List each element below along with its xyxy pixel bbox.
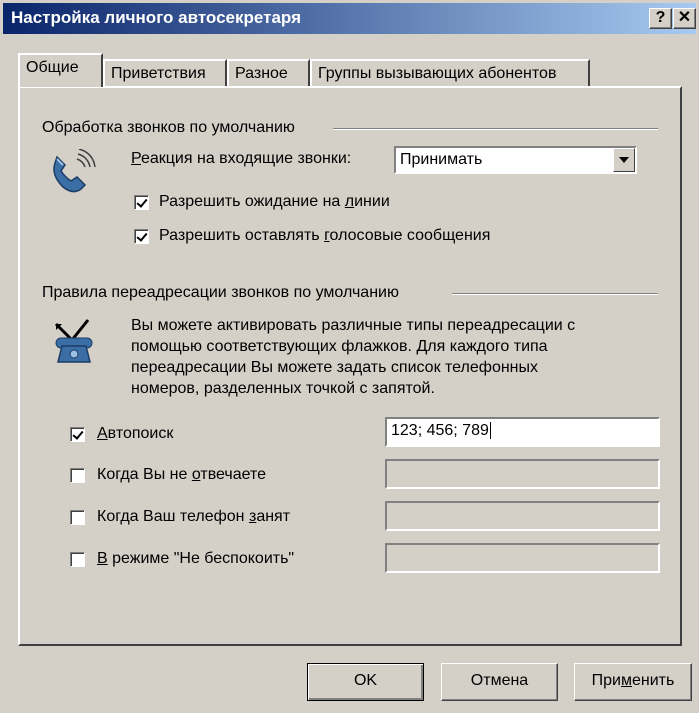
- allow-voicemail-post: олосовые сообщения: [329, 227, 491, 244]
- allow-hold-pre: Разрешить ожидание на: [159, 193, 345, 210]
- description-line: номеров, разделенных точкой с запятой.: [131, 380, 435, 397]
- tab-misc-label: Разное: [235, 65, 288, 82]
- busy-checkbox[interactable]: [70, 510, 85, 525]
- do-not-disturb-numbers-input[interactable]: [385, 543, 660, 573]
- auto-search-numbers-value: 123; 456; 789: [391, 422, 489, 439]
- rule-accel: В: [97, 550, 108, 567]
- allow-hold-checkbox[interactable]: [134, 195, 149, 210]
- reaction-label: Реакция на входящие звонки:: [131, 150, 351, 168]
- reaction-value: Принимать: [400, 151, 483, 168]
- apply-post: енить: [632, 672, 675, 689]
- help-button[interactable]: ?: [649, 8, 672, 29]
- allow-hold-post: инии: [354, 193, 390, 210]
- rule-accel: А: [97, 425, 108, 442]
- reaction-label-text: еакция на входящие звонки:: [140, 150, 352, 167]
- auto-search-checkbox[interactable]: [70, 427, 85, 442]
- tab-misc[interactable]: Разное: [227, 59, 310, 87]
- allow-hold-label[interactable]: Разрешить ожидание на линии: [159, 193, 390, 211]
- tab-greetings[interactable]: Приветствия: [103, 59, 227, 87]
- allow-voicemail-checkbox[interactable]: [134, 229, 149, 244]
- description-line: помощью соответствующих флажков. Для каж…: [131, 338, 548, 355]
- rule-post: твечаете: [200, 466, 267, 483]
- cancel-button[interactable]: Отмена: [441, 663, 558, 701]
- description-line: переадресации Вы можете задать список те…: [131, 359, 539, 376]
- rule-post: анят: [256, 508, 291, 525]
- title-bar[interactable]: Настройка личного автосекретаря ? ✕: [3, 3, 696, 34]
- allow-voicemail-label[interactable]: Разрешить оставлять голосовые сообщения: [159, 227, 490, 245]
- description-line: Вы можете активировать различные типы пе…: [131, 317, 576, 334]
- no-answer-label[interactable]: Когда Вы не отвечаете: [97, 466, 266, 484]
- no-answer-numbers-input[interactable]: [385, 459, 660, 489]
- settings-dialog: Настройка личного автосекретаря ? ✕ Общи…: [0, 0, 699, 713]
- forwarding-description: Вы можете активировать различные типы пе…: [131, 315, 575, 399]
- close-icon: ✕: [677, 9, 692, 26]
- tab-general-label: Общие: [26, 59, 79, 76]
- do-not-disturb-checkbox[interactable]: [70, 552, 85, 567]
- tab-general[interactable]: Общие: [18, 53, 103, 87]
- ringing-phone-icon: [53, 149, 96, 193]
- tab-caller-groups[interactable]: Группы вызывающих абонентов: [310, 59, 590, 87]
- auto-search-numbers-input[interactable]: 123; 456; 789: [385, 417, 660, 447]
- reaction-accel: Р: [131, 150, 141, 167]
- rule-post: режиме "Не беспокоить": [107, 550, 295, 567]
- auto-search-label[interactable]: Автопоиск: [97, 425, 173, 443]
- tab-caller-groups-label: Группы вызывающих абонентов: [318, 65, 557, 82]
- rule-post: втопоиск: [107, 425, 174, 442]
- busy-numbers-input[interactable]: [385, 501, 660, 531]
- text-caret: [489, 422, 491, 439]
- busy-label[interactable]: Когда Ваш телефон занят: [97, 508, 290, 526]
- forwarding-phone-icon: [54, 319, 93, 363]
- incoming-calls-reaction-select[interactable]: Принимать: [394, 146, 637, 174]
- tab-greetings-label: Приветствия: [111, 65, 206, 82]
- do-not-disturb-label[interactable]: В режиме "Не беспокоить": [97, 550, 294, 568]
- apply-button[interactable]: Применить: [574, 663, 692, 701]
- window-title: Настройка личного автосекретаря: [11, 8, 301, 27]
- apply-pre: При: [591, 672, 621, 689]
- default-handling-heading: Обработка звонков по умолчанию: [42, 119, 295, 136]
- section-separator: [333, 128, 658, 130]
- ok-button[interactable]: OK: [307, 663, 424, 701]
- close-button[interactable]: ✕: [673, 8, 696, 29]
- apply-accel: м: [621, 672, 632, 689]
- forwarding-heading: Правила переадресации звонков по умолчан…: [42, 284, 399, 301]
- allow-voicemail-pre: Разрешить оставлять: [159, 227, 325, 244]
- no-answer-checkbox[interactable]: [70, 468, 85, 483]
- section-separator: [452, 293, 658, 295]
- rule-pre: Когда Вы не: [97, 466, 192, 483]
- rule-pre: Когда Ваш телефон: [97, 508, 249, 525]
- allow-hold-accel: л: [344, 193, 355, 210]
- chevron-down-icon[interactable]: [613, 148, 635, 172]
